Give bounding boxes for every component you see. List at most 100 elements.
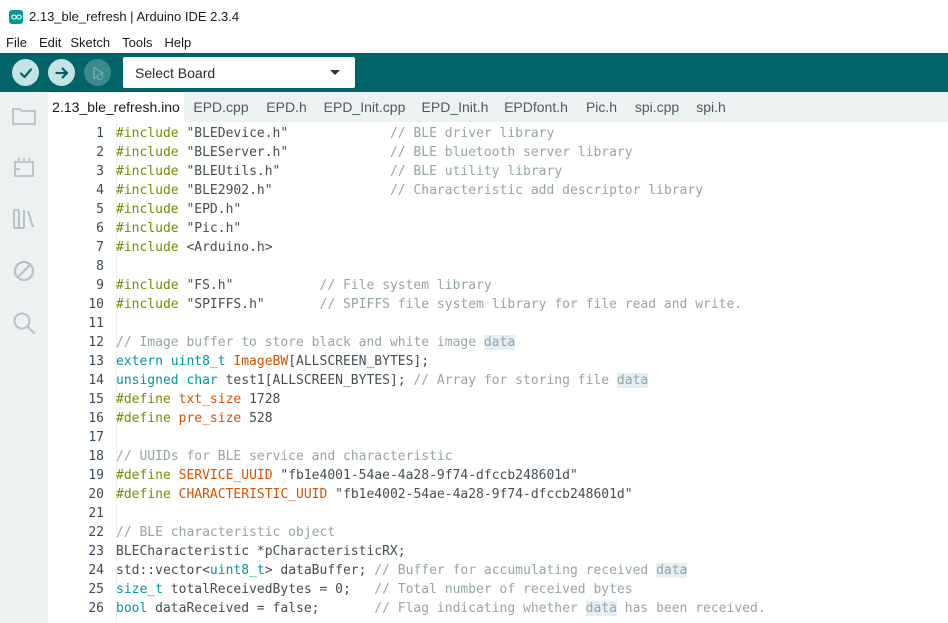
code-token: // BLE characteristic object bbox=[116, 525, 336, 540]
menu-file[interactable]: File bbox=[0, 33, 27, 53]
code-line[interactable]: #include "BLE2902.h" // Characteristic a… bbox=[116, 181, 703, 200]
line-number: 19 bbox=[88, 468, 104, 483]
line-number: 20 bbox=[88, 487, 104, 502]
code-token: uint8_t bbox=[209, 563, 265, 578]
line-number: 2 bbox=[96, 145, 104, 160]
code-line[interactable]: #include "BLEDevice.h" // BLE driver lib… bbox=[116, 124, 554, 143]
code-line[interactable]: #define pre_size 528 bbox=[116, 409, 273, 428]
code-token: #include bbox=[116, 126, 187, 141]
menu-sketch[interactable]: Sketch bbox=[64, 33, 110, 53]
menu-bar: File Edit Sketch Tools Help bbox=[0, 33, 948, 53]
menu-help[interactable]: Help bbox=[158, 33, 191, 53]
menu-tools[interactable]: Tools bbox=[116, 33, 152, 53]
code-token: totalReceivedBytes = 0; bbox=[170, 582, 375, 597]
code-token: data bbox=[616, 373, 649, 388]
tab-epd-h[interactable]: EPD.h bbox=[259, 92, 314, 122]
code-line[interactable]: unsigned char test1[ALLSCREEN_BYTES]; //… bbox=[116, 371, 649, 390]
code-token: // Flag indicating whether bbox=[374, 601, 586, 616]
code-token: data bbox=[585, 601, 617, 616]
code-token: // BLE bluetooth server library bbox=[389, 145, 633, 160]
code-line[interactable]: // UUIDs for BLE service and characteris… bbox=[116, 447, 453, 466]
code-line[interactable]: extern uint8_t ImageBW[ALLSCREEN_BYTES]; bbox=[116, 352, 429, 371]
library-icon[interactable] bbox=[10, 205, 38, 233]
code-line[interactable]: #include "EPD.h" bbox=[116, 200, 241, 219]
tab-epd-cpp[interactable]: EPD.cpp bbox=[185, 92, 257, 122]
code-token: "BLE2902.h" bbox=[186, 183, 273, 198]
code-line[interactable]: #include "BLEUtils.h" // BLE utility lib… bbox=[116, 162, 562, 181]
debug-disabled-icon[interactable] bbox=[10, 257, 38, 285]
title-bar: 2.13_ble_refresh | Arduino IDE 2.3.4 bbox=[0, 0, 948, 33]
code-token: "BLEServer.h" bbox=[186, 145, 289, 160]
line-number: 7 bbox=[96, 240, 104, 255]
code-line[interactable]: std::vector<uint8_t> dataBuffer; // Buff… bbox=[116, 561, 688, 580]
board-select[interactable]: Select Board bbox=[123, 57, 355, 88]
line-number: 22 bbox=[88, 525, 104, 540]
tab-pic-h[interactable]: Pic.h bbox=[579, 92, 624, 122]
code-line[interactable]: #include "BLEServer.h" // BLE bluetooth … bbox=[116, 143, 633, 162]
line-number: 3 bbox=[96, 164, 104, 179]
code-token: #include bbox=[116, 145, 187, 160]
sidebar bbox=[0, 92, 48, 623]
tab-epd-init-h[interactable]: EPD_Init.h bbox=[417, 92, 493, 122]
code-line[interactable]: size_t totalReceivedBytes = 0; // Total … bbox=[116, 580, 633, 599]
code-token: // Characteristic add descriptor library bbox=[389, 183, 704, 198]
code-line[interactable]: // BLE characteristic object bbox=[116, 523, 335, 542]
code-token: test1[ALLSCREEN_BYTES]; bbox=[225, 373, 414, 388]
code-token: #include bbox=[116, 278, 187, 293]
line-number: 26 bbox=[88, 601, 104, 616]
code-token: 1728 bbox=[249, 392, 281, 407]
code-token: dataReceived = false; bbox=[155, 601, 375, 616]
tab-bar: 2.13_ble_refresh.ino EPD.cpp EPD.h EPD_I… bbox=[48, 92, 948, 122]
code-token: // Image buffer to store black and white… bbox=[116, 335, 484, 350]
code-line[interactable]: #include <Arduino.h> bbox=[116, 238, 273, 257]
code-token: unsigned char bbox=[116, 373, 226, 388]
tab-spi-cpp[interactable]: spi.cpp bbox=[630, 92, 684, 122]
code-token: data bbox=[656, 563, 688, 578]
code-line[interactable]: BLECharacteristic *pCharacteristicRX; bbox=[116, 542, 406, 561]
code-token: extern uint8_t bbox=[116, 354, 234, 369]
code-token: #include bbox=[116, 297, 187, 312]
code-token: "FS.h" bbox=[186, 278, 234, 293]
code-token: #define bbox=[116, 487, 179, 502]
tab-epdfont-h[interactable]: EPDfont.h bbox=[499, 92, 573, 122]
board-icon[interactable] bbox=[10, 154, 38, 182]
code-token: pre_size bbox=[178, 411, 250, 426]
tab-2-13-ble-refresh-ino[interactable]: 2.13_ble_refresh.ino bbox=[48, 92, 184, 122]
menu-edit[interactable]: Edit bbox=[33, 33, 61, 53]
code-line[interactable]: #include "FS.h" // File system library bbox=[116, 276, 492, 295]
code-line[interactable]: #include "Pic.h" bbox=[116, 219, 241, 238]
code-line[interactable]: #define SERVICE_UUID "fb1e4001-54ae-4a28… bbox=[116, 466, 578, 485]
search-icon[interactable] bbox=[10, 309, 38, 337]
code-line[interactable]: bool dataReceived = false; // Flag indic… bbox=[116, 599, 766, 618]
tab-epd-init-cpp[interactable]: EPD_Init.cpp bbox=[318, 92, 411, 122]
line-number: 17 bbox=[88, 430, 104, 445]
line-number: 10 bbox=[88, 297, 104, 312]
line-number: 15 bbox=[88, 392, 104, 407]
code-line[interactable]: // Image buffer to store black and white… bbox=[116, 333, 516, 352]
code-token: "SPIFFS.h" bbox=[186, 297, 265, 312]
code-token: SERVICE_UUID bbox=[178, 468, 281, 483]
code-line[interactable]: #include "SPIFFS.h" // SPIFFS file syste… bbox=[116, 295, 742, 314]
code-token: data bbox=[483, 335, 516, 350]
line-number: 4 bbox=[96, 183, 104, 198]
upload-button[interactable] bbox=[48, 59, 75, 86]
code-token: #define bbox=[116, 468, 179, 483]
code-line[interactable]: #define CHARACTERISTIC_UUID "fb1e4002-54… bbox=[116, 485, 633, 504]
code-editor[interactable]: 1 2 3 4 5 6 7 8 9 10 11 12 13 14 15 16 17 18 19 20 21 22 23 24 2… bbox=[48, 122, 948, 623]
code-token: "Pic.h" bbox=[186, 221, 242, 236]
code-token: std::vector< bbox=[116, 563, 210, 578]
line-number: 23 bbox=[88, 544, 104, 559]
verify-button[interactable] bbox=[12, 59, 39, 86]
folder-icon[interactable] bbox=[10, 102, 38, 130]
line-number-gutter: 1 2 3 4 5 6 7 8 9 10 11 12 13 14 15 16 17 18 19 20 21 22 23 24 2… bbox=[48, 122, 104, 623]
board-select-label: Select Board bbox=[135, 65, 216, 81]
toolbar: Select Board bbox=[0, 53, 948, 92]
code-line[interactable]: #define txt_size 1728 bbox=[116, 390, 280, 409]
code-token: // Buffer for accumulating received bbox=[374, 563, 657, 578]
debug-button[interactable] bbox=[84, 59, 111, 86]
tab-spi-h[interactable]: spi.h bbox=[691, 92, 731, 122]
code-token: > dataBuffer; bbox=[264, 563, 375, 578]
